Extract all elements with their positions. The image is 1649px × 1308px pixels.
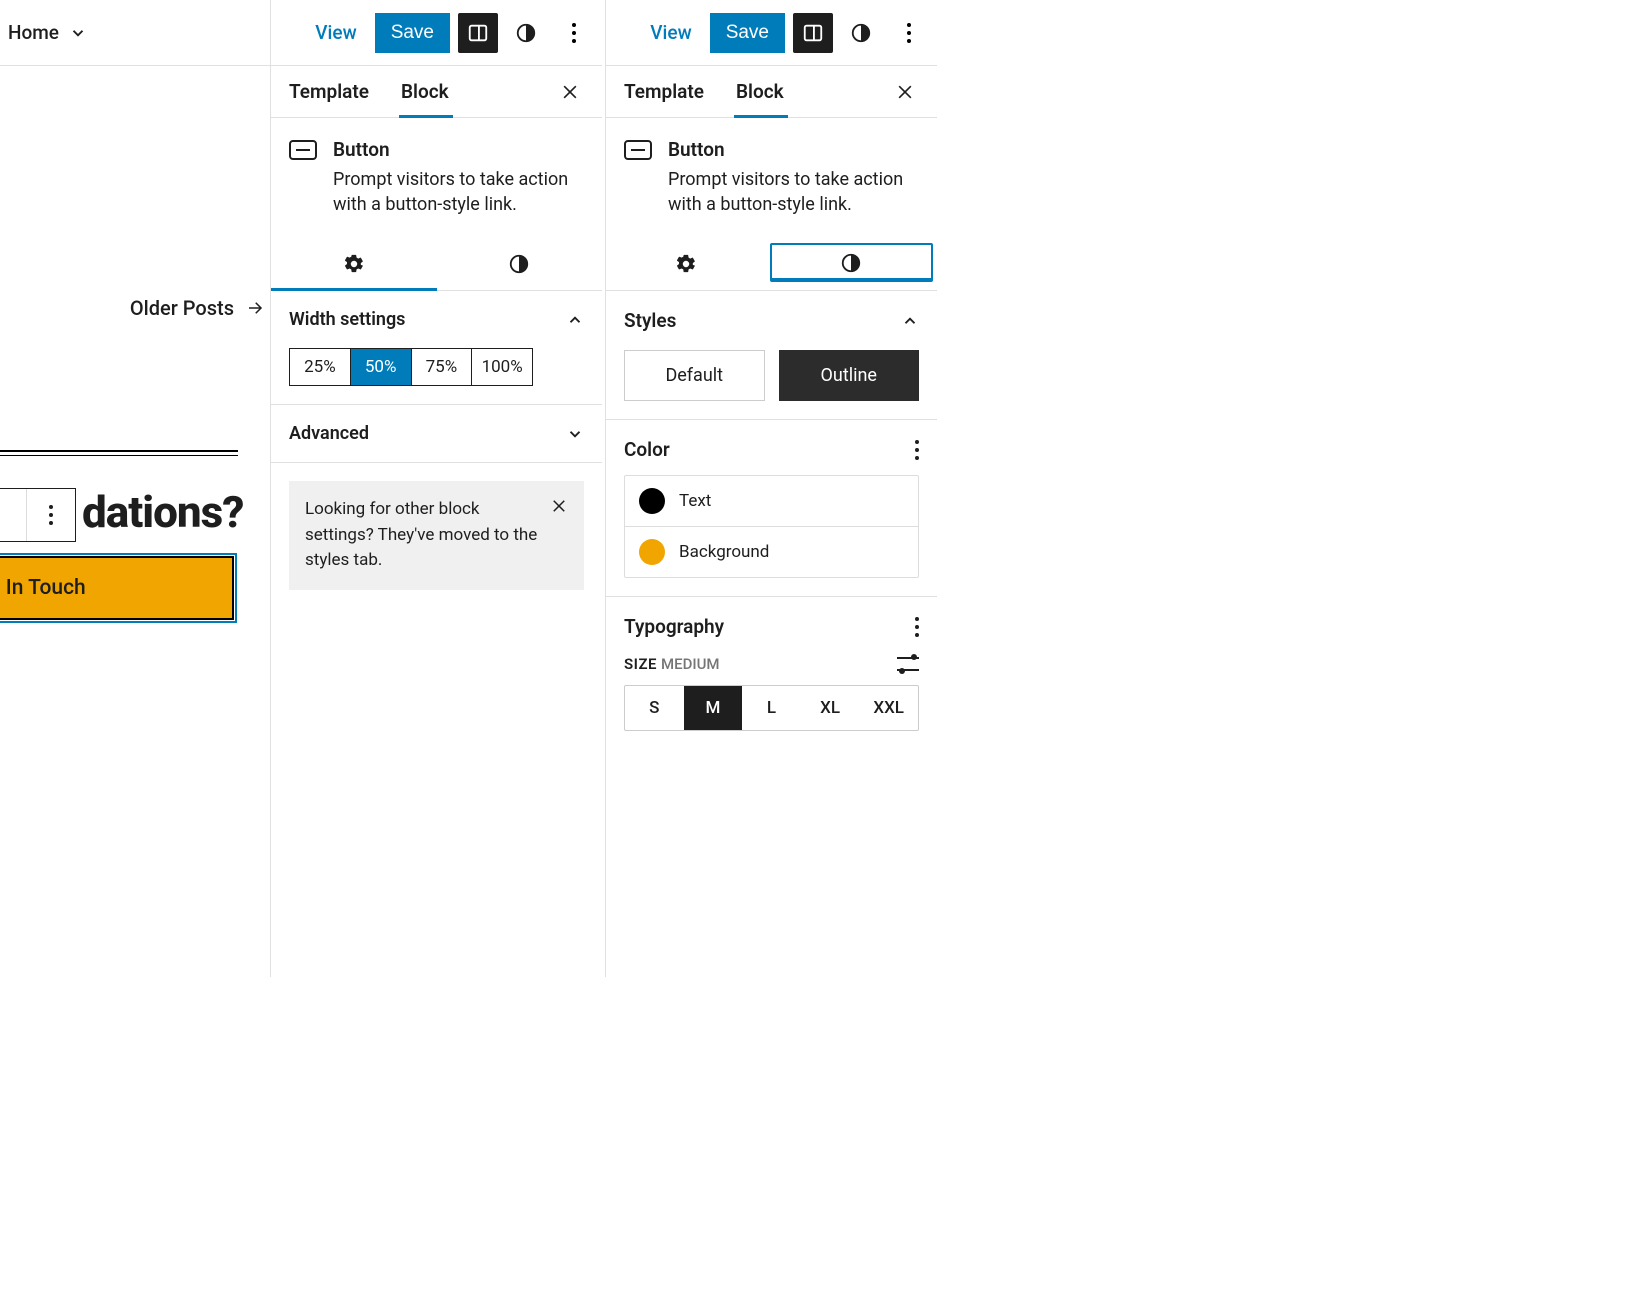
notice-text: Looking for other block settings? They'v… (305, 497, 538, 574)
color-text-row[interactable]: Text (625, 476, 918, 527)
width-settings-label: Width settings (289, 309, 405, 330)
style-outline[interactable]: Outline (779, 350, 920, 401)
more-vertical-icon (49, 505, 53, 525)
styles-tab[interactable] (770, 243, 934, 282)
gear-icon (343, 253, 365, 275)
more-vertical-icon (907, 23, 911, 43)
size-l[interactable]: L (742, 686, 801, 730)
button-block-icon (289, 140, 317, 160)
block-description: Prompt visitors to take action with a bu… (668, 167, 919, 217)
notice: Looking for other block settings? They'v… (289, 481, 584, 590)
styles-toggle-button[interactable] (506, 13, 546, 53)
close-panel-button[interactable] (556, 78, 584, 106)
chevron-up-icon (566, 311, 584, 329)
chevron-up-icon (901, 312, 919, 330)
size-current: MEDIUM (661, 655, 720, 673)
block-title: Button (333, 138, 584, 161)
size-m[interactable]: M (684, 686, 743, 730)
more-menu-button[interactable] (554, 13, 594, 53)
styles-tab[interactable] (437, 237, 603, 290)
view-link[interactable]: View (638, 13, 703, 52)
advanced-label: Advanced (289, 423, 369, 444)
tab-block[interactable]: Block (401, 66, 467, 117)
color-text-label: Text (679, 491, 711, 511)
button-block-icon (624, 140, 652, 160)
size-xl[interactable]: XL (801, 686, 860, 730)
size-label: SIZE (624, 655, 657, 673)
home-dropdown[interactable]: Home (6, 13, 89, 52)
style-default[interactable]: Default (624, 350, 765, 401)
gear-icon (675, 253, 697, 275)
tab-template[interactable]: Template (624, 66, 722, 117)
view-link[interactable]: View (303, 13, 368, 52)
half-circle-icon (508, 253, 530, 275)
divider (0, 455, 238, 456)
settings-tab[interactable] (271, 237, 437, 290)
save-button[interactable]: Save (710, 13, 785, 53)
notice-dismiss[interactable] (550, 497, 568, 515)
settings-tab[interactable] (606, 237, 766, 290)
half-circle-icon (850, 22, 872, 44)
color-section-label: Color (624, 438, 670, 461)
width-settings-toggle[interactable]: Width settings (289, 309, 584, 330)
heading-text[interactable]: dations? (82, 486, 243, 538)
half-circle-icon (840, 252, 862, 274)
width-25[interactable]: 25% (290, 349, 351, 385)
half-circle-icon (515, 22, 537, 44)
chevron-down-icon (69, 24, 87, 42)
block-title: Button (668, 138, 919, 161)
width-75[interactable]: 75% (412, 349, 473, 385)
styles-section-toggle[interactable]: Styles (624, 309, 919, 332)
older-posts-label: Older Posts (130, 296, 234, 320)
sidebar-icon (467, 22, 489, 44)
more-vertical-icon[interactable] (915, 440, 919, 460)
divider (0, 450, 238, 452)
more-menu-button[interactable] (889, 13, 929, 53)
size-xxl[interactable]: XXL (859, 686, 918, 730)
block-toolbar[interactable] (0, 488, 76, 542)
width-toggle: 25% 50% 75% 100% (289, 348, 533, 386)
tab-template[interactable]: Template (289, 66, 387, 117)
toolbar-cell[interactable] (0, 489, 27, 541)
older-posts-link[interactable]: Older Posts (130, 296, 270, 320)
color-section-header[interactable]: Color (624, 438, 919, 461)
chevron-down-icon (566, 425, 584, 443)
text-swatch (639, 488, 665, 514)
sidebar-toggle-button[interactable] (793, 13, 833, 53)
more-vertical-icon[interactable] (915, 617, 919, 637)
home-label: Home (8, 21, 59, 44)
width-50[interactable]: 50% (351, 349, 412, 385)
close-panel-button[interactable] (891, 78, 919, 106)
sidebar-icon (802, 22, 824, 44)
typography-section-label: Typography (624, 615, 724, 638)
close-icon (550, 497, 568, 515)
arrow-right-icon (244, 299, 266, 317)
save-button[interactable]: Save (375, 13, 450, 53)
color-background-label: Background (679, 542, 769, 562)
background-swatch (639, 539, 665, 565)
styles-section-label: Styles (624, 309, 676, 332)
block-description: Prompt visitors to take action with a bu… (333, 167, 584, 217)
size-s[interactable]: S (625, 686, 684, 730)
close-icon (560, 82, 580, 102)
close-icon (895, 82, 915, 102)
width-100[interactable]: 100% (472, 349, 532, 385)
cta-button[interactable]: Get In Touch (0, 556, 234, 620)
size-toggle: S M L XL XXL (624, 685, 919, 731)
toolbar-more[interactable] (27, 489, 75, 541)
sidebar-toggle-button[interactable] (458, 13, 498, 53)
sliders-icon[interactable] (897, 655, 919, 673)
more-vertical-icon (572, 23, 576, 43)
typography-section-header[interactable]: Typography (624, 615, 919, 638)
tab-block[interactable]: Block (736, 66, 802, 117)
color-background-row[interactable]: Background (625, 527, 918, 577)
advanced-toggle[interactable]: Advanced (289, 423, 584, 444)
styles-toggle-button[interactable] (841, 13, 881, 53)
